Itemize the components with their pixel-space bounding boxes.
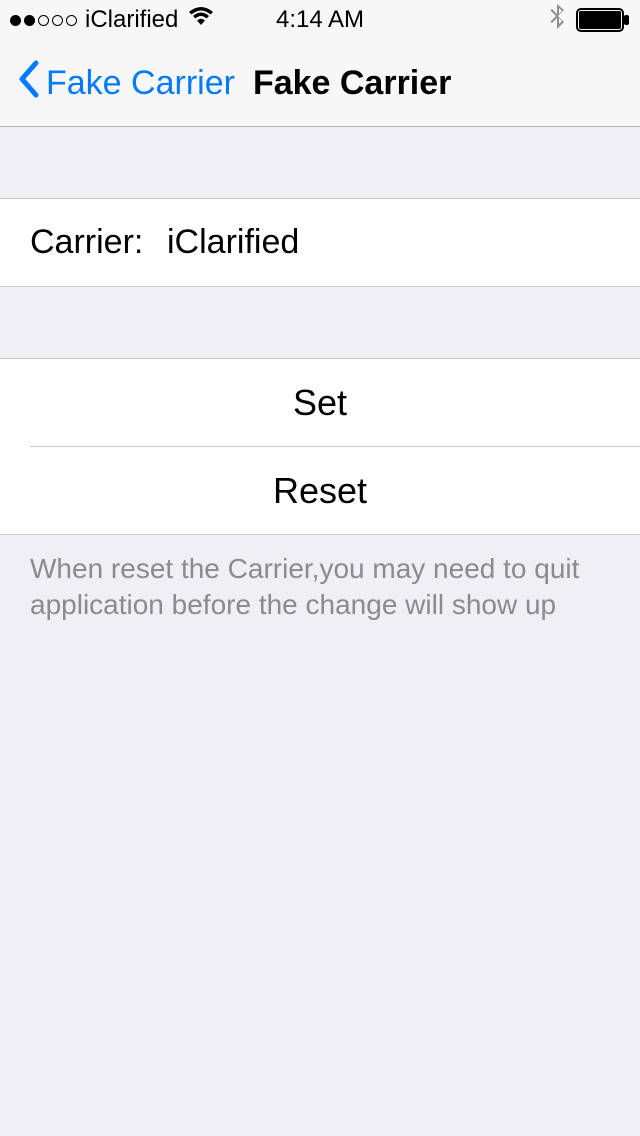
footer-note: When reset the Carrier,you may need to q…	[0, 535, 640, 640]
carrier-input[interactable]	[167, 223, 610, 262]
carrier-field-label: Carrier:	[30, 223, 167, 262]
carrier-row: Carrier:	[0, 199, 640, 286]
wifi-icon	[188, 6, 214, 34]
navigation-bar: Fake Carrier Fake Carrier	[0, 40, 640, 127]
set-button[interactable]: Set	[0, 359, 640, 446]
bluetooth-icon	[550, 3, 566, 38]
reset-button[interactable]: Reset	[0, 447, 640, 534]
carrier-label: iClarified	[85, 6, 178, 34]
page-title: Fake Carrier	[253, 64, 451, 103]
chevron-left-icon	[16, 59, 40, 108]
battery-icon	[576, 8, 630, 32]
signal-strength-icon	[10, 15, 77, 26]
status-bar: iClarified 4:14 AM	[0, 0, 640, 40]
back-button[interactable]: Fake Carrier	[16, 59, 235, 108]
back-label: Fake Carrier	[46, 64, 235, 103]
status-time: 4:14 AM	[276, 6, 364, 34]
